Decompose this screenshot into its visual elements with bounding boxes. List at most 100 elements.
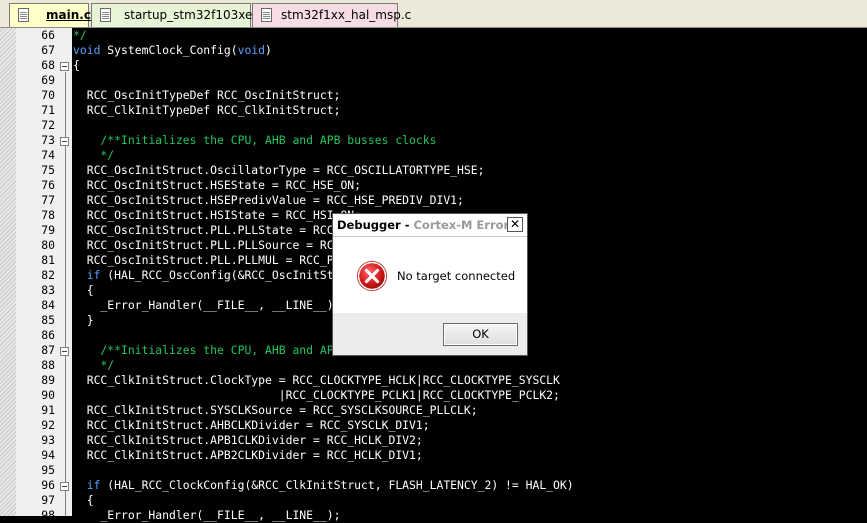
code-token: RCC_ClkInitStruct.APB1CLKDivider = RCC_H… (73, 433, 423, 447)
code-line[interactable]: 72 (0, 118, 867, 133)
code-line[interactable]: 95 (0, 463, 867, 478)
code-token: RCC_ClkInitStruct.SYSCLKSource = RCC_SYS… (73, 403, 478, 417)
line-number: 74 (41, 148, 55, 162)
close-button[interactable]: ✕ (507, 217, 523, 232)
code-text: { (73, 493, 94, 508)
code-token: { (73, 493, 94, 507)
line-number: 81 (41, 253, 55, 267)
code-line[interactable]: 90 |RCC_CLOCKTYPE_PCLK1|RCC_CLOCKTYPE_PC… (0, 388, 867, 403)
tab-label: stm32f1xx_hal_msp.c (281, 8, 412, 22)
code-token: RCC_ClkInitStruct.AHBCLKDivider = RCC_SY… (73, 418, 430, 432)
code-line[interactable]: 94 RCC_ClkInitStruct.APB2CLKDivider = RC… (0, 448, 867, 463)
line-number: 86 (41, 328, 55, 342)
code-text: */ (73, 358, 114, 373)
code-line[interactable]: 70 RCC_OscInitTypeDef RCC_OscInitStruct; (0, 88, 867, 103)
code-token: RCC_OscInitStruct.HSIState = RCC_HSI_ON; (73, 208, 362, 222)
code-line[interactable]: 77 RCC_OscInitStruct.HSEPredivValue = RC… (0, 193, 867, 208)
tab-hal-msp-c[interactable]: stm32f1xx_hal_msp.c (252, 3, 411, 27)
code-line[interactable]: 93 RCC_ClkInitStruct.APB1CLKDivider = RC… (0, 433, 867, 448)
line-number: 92 (41, 418, 55, 432)
code-token: RCC_ClkInitStruct.APB2CLKDivider = RCC_H… (73, 448, 423, 462)
comment-token: /**Initializes the CPU, AHB and APB buss… (73, 133, 437, 147)
code-text: RCC_ClkInitStruct.SYSCLKSource = RCC_SYS… (73, 403, 478, 418)
code-text: */ (73, 148, 114, 163)
line-number: 77 (41, 193, 55, 207)
line-number: 67 (41, 43, 55, 57)
code-line[interactable]: 71 RCC_ClkInitTypeDef RCC_ClkInitStruct; (0, 103, 867, 118)
line-number: 85 (41, 313, 55, 327)
code-line[interactable]: 89 RCC_ClkInitStruct.ClockType = RCC_CLO… (0, 373, 867, 388)
line-number: 66 (41, 28, 55, 42)
code-token: RCC_OscInitStruct.OscillatorType = RCC_O… (73, 163, 485, 177)
comment-token: */ (73, 358, 115, 372)
code-text: { (73, 283, 94, 298)
code-text: |RCC_CLOCKTYPE_PCLK1|RCC_CLOCKTYPE_PCLK2… (73, 388, 560, 403)
code-token: RCC_ClkInitStruct.ClockType = RCC_CLOCKT… (73, 373, 560, 387)
line-number: 96 (41, 478, 55, 492)
code-token: SystemClock_Config( (100, 43, 238, 57)
tab-bar: main.c startup_stm32f103xe.s stm32f1xx_h… (0, 0, 867, 28)
dialog-titlebar[interactable]: Debugger - Cortex-M Error ✕ (333, 214, 527, 237)
code-line[interactable]: 73 /**Initializes the CPU, AHB and APB b… (0, 133, 867, 148)
code-token: _Error_Handler(__FILE__, __LINE__); (73, 298, 341, 312)
keyword-token: if (86, 268, 101, 282)
keyword-token: void (73, 43, 101, 57)
code-text: */ (73, 28, 87, 43)
code-text: RCC_ClkInitStruct.ClockType = RCC_CLOCKT… (73, 373, 560, 388)
line-number: 79 (41, 223, 55, 237)
tab-startup-s[interactable]: startup_stm32f103xe.s (91, 3, 262, 27)
code-line[interactable]: 76 RCC_OscInitStruct.HSEState = RCC_HSE_… (0, 178, 867, 193)
code-token: |RCC_CLOCKTYPE_PCLK1|RCC_CLOCKTYPE_PCLK2… (73, 388, 560, 402)
code-token: _Error_Handler(__FILE__, __LINE__); (73, 508, 341, 522)
code-line[interactable]: 68 { (0, 58, 867, 73)
code-token: RCC_ClkInitTypeDef RCC_ClkInitStruct; (73, 103, 341, 117)
line-number: 71 (41, 103, 55, 117)
line-number: 87 (41, 343, 55, 357)
ok-button[interactable]: OK (443, 323, 518, 346)
code-line[interactable]: 91 RCC_ClkInitStruct.SYSCLKSource = RCC_… (0, 403, 867, 418)
code-token: { (73, 58, 80, 72)
line-number: 72 (41, 118, 55, 132)
code-line[interactable]: 67 void SystemClock_Config(void) (0, 43, 867, 58)
code-token: } (73, 313, 94, 327)
dialog-message: No target connected (397, 269, 516, 283)
code-line[interactable]: 88 */ (0, 358, 867, 373)
comment-token: */ (73, 148, 115, 162)
close-icon: ✕ (509, 217, 521, 231)
code-line[interactable]: 69 (0, 73, 867, 88)
code-line[interactable]: 75 RCC_OscInitStruct.OscillatorType = RC… (0, 163, 867, 178)
code-token: RCC_OscInitStruct.HSEState = RCC_HSE_ON; (73, 178, 362, 192)
line-number: 69 (41, 73, 55, 87)
tab-label: startup_stm32f103xe.s (124, 8, 263, 22)
line-number: 89 (41, 373, 55, 387)
file-icon (100, 8, 111, 22)
code-text: RCC_OscInitTypeDef RCC_OscInitStruct; (73, 88, 341, 103)
line-number: 75 (41, 163, 55, 177)
line-number: 76 (41, 178, 55, 192)
tab-main-c[interactable]: main.c (9, 3, 91, 27)
code-text: RCC_OscInitStruct.OscillatorType = RCC_O… (73, 163, 485, 178)
line-number: 93 (41, 433, 55, 447)
dialog-body: No target connected (333, 237, 527, 313)
code-line[interactable]: 92 RCC_ClkInitStruct.AHBCLKDivider = RCC… (0, 418, 867, 433)
line-number: 78 (41, 208, 55, 222)
code-text: RCC_OscInitStruct.HSIState = RCC_HSI_ON; (73, 208, 361, 223)
code-line[interactable]: 96 if (HAL_RCC_ClockConfig(&RCC_ClkInitS… (0, 478, 867, 493)
line-number: 68 (41, 58, 55, 72)
line-number: 90 (41, 388, 55, 402)
line-number: 83 (41, 283, 55, 297)
line-number: 94 (41, 448, 55, 462)
code-text: } (73, 313, 94, 328)
code-text: _Error_Handler(__FILE__, __LINE__); (73, 298, 340, 313)
line-number: 91 (41, 403, 55, 417)
code-line[interactable]: 97 { (0, 493, 867, 508)
code-text: RCC_OscInitStruct.HSEPredivValue = RCC_H… (73, 193, 464, 208)
code-line[interactable]: 66 */ (0, 28, 867, 43)
code-text: { (73, 58, 80, 73)
line-number: 70 (41, 88, 55, 102)
code-token: { (73, 283, 94, 297)
comment-token: */ (73, 28, 87, 42)
code-line[interactable]: 74 */ (0, 148, 867, 163)
